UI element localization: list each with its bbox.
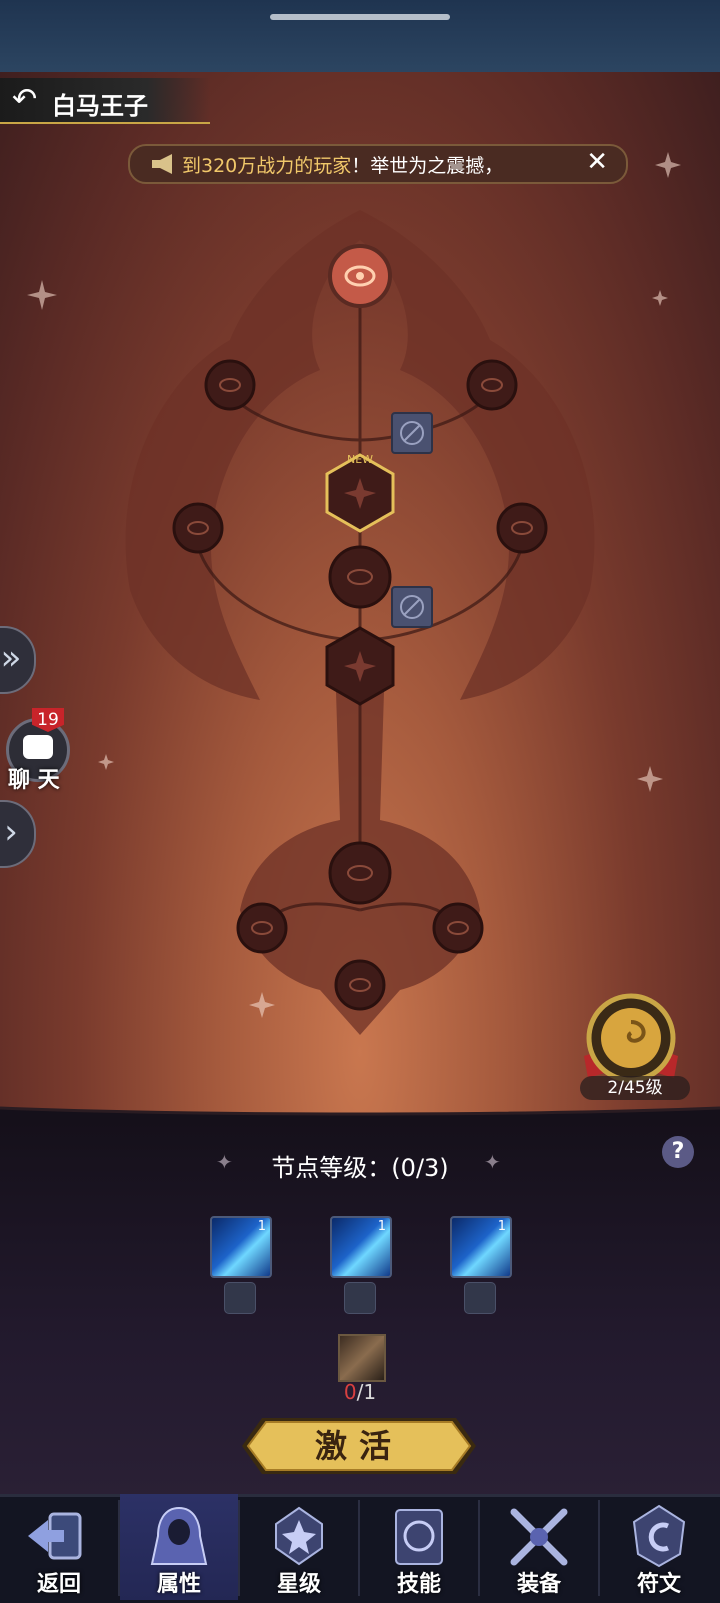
tree-node[interactable] (334, 959, 386, 1011)
node-level-title: 节点等级：(0/3) (271, 1154, 449, 1182)
chat-icon (23, 735, 53, 759)
tab-runes[interactable]: 符文 (600, 1494, 718, 1600)
tree-node[interactable] (466, 359, 518, 411)
tree-node[interactable] (172, 502, 224, 554)
tree-node[interactable] (432, 902, 484, 954)
tab-attributes[interactable]: 属性 (120, 1494, 238, 1600)
spellbook-icon (395, 1509, 443, 1565)
material-have: 0 (343, 1380, 357, 1404)
tree-node[interactable] (236, 902, 288, 954)
tab-label: 返回 (36, 1572, 81, 1597)
tree-node-top[interactable] (328, 244, 392, 308)
tree-node[interactable] (328, 545, 392, 609)
skill-icon[interactable]: 1 (330, 1216, 392, 1278)
tab-skills[interactable]: 技能 (360, 1494, 478, 1600)
ticker-body: ！举世为之震撼， (351, 155, 504, 177)
tab-back[interactable]: 返回 (0, 1494, 118, 1600)
star-crest-icon (275, 1506, 323, 1566)
skill-slot (464, 1282, 496, 1314)
tree-node[interactable] (496, 502, 548, 554)
rune-crest-icon (632, 1504, 686, 1568)
chat-label: 聊 天 (8, 768, 60, 793)
skill-icon[interactable]: 1 (210, 1216, 272, 1278)
tab-label: 星级 (276, 1572, 321, 1597)
new-tag: NEW (347, 453, 373, 466)
skill-icon[interactable]: 1 (450, 1216, 512, 1278)
locked-icon (391, 412, 433, 454)
tab-equipment[interactable]: 装备 (480, 1494, 598, 1600)
ticker-text: 到320万战力的玩家！举世为之震撼， (182, 151, 503, 178)
crossed-swords-icon (510, 1508, 568, 1566)
skill-slot (344, 1282, 376, 1314)
sparkle-icon: ✦ (484, 1150, 501, 1174)
skill-slot (224, 1282, 256, 1314)
locked-icon (391, 586, 433, 628)
close-icon[interactable]: ✕ (586, 147, 608, 177)
skill-level: 1 (257, 1219, 266, 1234)
announcement-ticker: 到320万战力的玩家！举世为之震撼， ✕ (128, 144, 628, 184)
tab-label: 符文 (636, 1572, 681, 1597)
skill-level: 1 (377, 1219, 386, 1234)
tree-node[interactable] (328, 841, 392, 905)
tab-label: 属性 (156, 1572, 201, 1597)
megaphone-icon (152, 154, 172, 174)
hooded-figure-icon (150, 1506, 208, 1565)
tree-node[interactable] (204, 359, 256, 411)
back-arrow-icon[interactable]: ↶ (12, 84, 48, 116)
tab-label: 装备 (516, 1572, 561, 1597)
material-item-icon[interactable] (338, 1334, 386, 1382)
back-icon (28, 1512, 82, 1560)
tab-star-level[interactable]: 星级 (240, 1494, 358, 1600)
help-icon[interactable]: ? (662, 1136, 694, 1168)
material-count: 0/1 (0, 1380, 720, 1404)
hero-name: 白马王子 (52, 92, 148, 120)
tree-node-selected[interactable] (325, 453, 395, 533)
skill-level: 1 (497, 1219, 506, 1234)
activate-button[interactable]: 激活 (240, 1418, 478, 1474)
ticker-highlight: 到320万战力的玩家 (182, 155, 352, 177)
tab-label: 技能 (396, 1572, 441, 1597)
material-need: /1 (356, 1380, 377, 1404)
